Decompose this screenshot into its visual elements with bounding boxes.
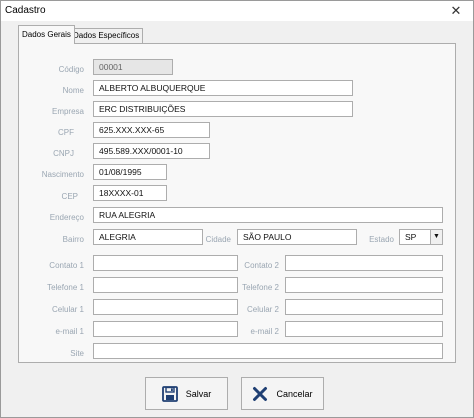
celular1-label: Celular 1 — [51, 305, 84, 314]
cnpj-field[interactable]: 495.589.XXX/0001-10 — [93, 143, 210, 159]
site-label: Site — [70, 349, 84, 358]
celular2-field[interactable] — [285, 299, 443, 315]
contato2-field[interactable] — [285, 255, 443, 271]
celular1-field[interactable] — [93, 299, 238, 315]
email2-label: e-mail 2 — [250, 327, 279, 336]
close-button[interactable]: ✕ — [441, 1, 471, 21]
nascimento-label: Nascimento — [41, 170, 84, 179]
cancelar-label: Cancelar — [276, 388, 313, 399]
telefone2-label: Telefone 2 — [242, 283, 279, 292]
estado-value: SP — [405, 232, 417, 242]
contato2-label: Contato 2 — [244, 261, 279, 270]
save-icon — [161, 385, 178, 402]
codigo-label: Código — [58, 65, 84, 74]
estado-label: Estado — [369, 235, 394, 244]
bairro-label: Bairro — [62, 235, 84, 244]
nome-field[interactable]: ALBERTO ALBUQUERQUE — [93, 80, 353, 96]
bairro-field[interactable]: ALEGRIA — [93, 229, 203, 245]
endereco-field[interactable]: RUA ALEGRIA — [93, 207, 443, 223]
email1-field[interactable] — [93, 321, 238, 337]
contato1-label: Contato 1 — [49, 261, 84, 270]
close-icon: ✕ — [450, 3, 462, 18]
endereco-label: Endereço — [49, 213, 84, 222]
cidade-label: Cidade — [205, 235, 231, 244]
cidade-field[interactable]: SÃO PAULO — [237, 229, 357, 245]
site-field[interactable] — [93, 343, 443, 359]
cep-field[interactable]: 18XXXX-01 — [93, 185, 167, 201]
cpf-label: CPF — [58, 128, 74, 137]
empresa-field[interactable]: ERC DISTRIBUIÇÕES — [93, 101, 353, 117]
telefone2-field[interactable] — [285, 277, 443, 293]
email1-label: e-mail 1 — [55, 327, 84, 336]
window-title: Cadastro — [5, 5, 46, 16]
title-bar: Cadastro ✕ — [1, 1, 473, 21]
empresa-label: Empresa — [51, 107, 84, 116]
cancel-icon — [253, 386, 268, 401]
tab-dados-gerais[interactable]: Dados Gerais — [18, 25, 75, 44]
cpf-field[interactable]: 625.XXX.XXX-65 — [93, 122, 210, 138]
salvar-button[interactable]: Salvar — [145, 377, 228, 410]
nascimento-field[interactable]: 01/08/1995 — [93, 164, 167, 180]
contato1-field[interactable] — [93, 255, 238, 271]
email2-field[interactable] — [285, 321, 443, 337]
cep-label: CEP — [61, 192, 78, 201]
salvar-label: Salvar — [185, 388, 212, 399]
tab-dados-especificos[interactable]: Dados Específicos — [69, 28, 144, 44]
cnpj-label: CNPJ — [53, 149, 74, 158]
nome-label: Nome — [62, 86, 84, 95]
celular2-label: Celular 2 — [246, 305, 279, 314]
cadastro-window: Cadastro ✕ Dados Gerais Dados Específico… — [0, 0, 474, 418]
telefone1-label: Telefone 1 — [47, 283, 84, 292]
cancelar-button[interactable]: Cancelar — [241, 377, 324, 410]
codigo-field: 00001 — [93, 59, 173, 75]
estado-select[interactable]: SP ▼ — [399, 229, 443, 245]
chevron-down-icon[interactable]: ▼ — [430, 230, 442, 244]
telefone1-field[interactable] — [93, 277, 238, 293]
